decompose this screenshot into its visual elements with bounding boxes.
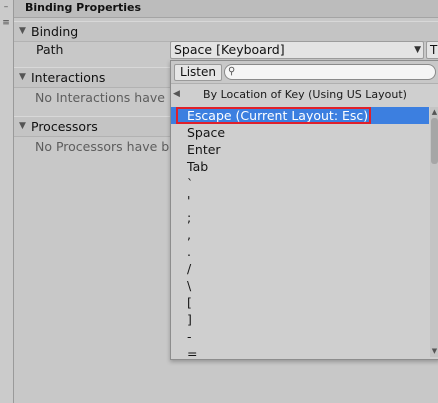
path-label: Path (36, 42, 64, 57)
search-input[interactable] (240, 65, 430, 79)
menu-dash-icon[interactable]: – (0, 2, 12, 12)
triangle-down-icon: ▼ (19, 26, 26, 36)
list-item[interactable]: / (171, 260, 429, 277)
caret-down-icon: ▼ (414, 45, 421, 55)
binding-section-header[interactable]: ▼ Binding (14, 21, 438, 42)
list-item[interactable]: ] (171, 311, 429, 328)
list-item[interactable]: - (171, 328, 429, 345)
panel-title: Binding Properties (25, 1, 142, 14)
back-arrow-icon[interactable]: ◀ (173, 89, 180, 99)
list-item[interactable]: Enter (171, 141, 429, 158)
search-box[interactable]: ⚲ (224, 64, 436, 80)
list-item[interactable]: . (171, 243, 429, 260)
scroll-down-icon[interactable]: ▼ (430, 347, 438, 355)
interactions-section-label: Interactions (31, 70, 106, 85)
menu-list-icon[interactable]: ≡ (0, 18, 12, 28)
scroll-up-icon[interactable]: ▲ (430, 108, 438, 116)
list-item[interactable]: \ (171, 277, 429, 294)
left-toolbar-strip: – ≡ (0, 0, 14, 403)
group-header: By Location of Key (Using US Layout) (203, 88, 407, 101)
list-scrollbar[interactable]: ▲ ▼ (430, 107, 438, 357)
list-item[interactable]: , (171, 226, 429, 243)
interactions-empty-text: No Interactions have bee (35, 90, 193, 105)
key-list: Escape (Current Layout: Esc) Space Enter… (171, 107, 429, 357)
processors-section-label: Processors (31, 119, 98, 134)
binding-section-label: Binding (31, 24, 79, 39)
control-picker-popup: Listen ⚲ By Location of Key (Using US La… (170, 60, 438, 360)
listen-button[interactable]: Listen (174, 64, 222, 81)
list-item[interactable]: Space (171, 124, 429, 141)
triangle-down-icon: ▼ (19, 72, 26, 82)
list-item[interactable]: = (171, 345, 429, 357)
processors-empty-text: No Processors have bee (35, 139, 185, 154)
search-icon: ⚲ (228, 66, 236, 77)
path-dropdown-value: Space [Keyboard] (174, 42, 285, 57)
list-item[interactable]: Tab (171, 158, 429, 175)
triangle-down-icon: ▼ (19, 121, 26, 131)
scrollbar-thumb[interactable] (431, 118, 438, 164)
path-dropdown[interactable]: Space [Keyboard] ▼ (170, 41, 424, 59)
list-item[interactable]: [ (171, 294, 429, 311)
list-item[interactable]: ; (171, 209, 429, 226)
list-item[interactable]: ' (171, 192, 429, 209)
list-item[interactable]: Escape (Current Layout: Esc) (171, 107, 429, 124)
t-button[interactable]: T (426, 41, 438, 59)
list-item[interactable]: ` (171, 175, 429, 192)
